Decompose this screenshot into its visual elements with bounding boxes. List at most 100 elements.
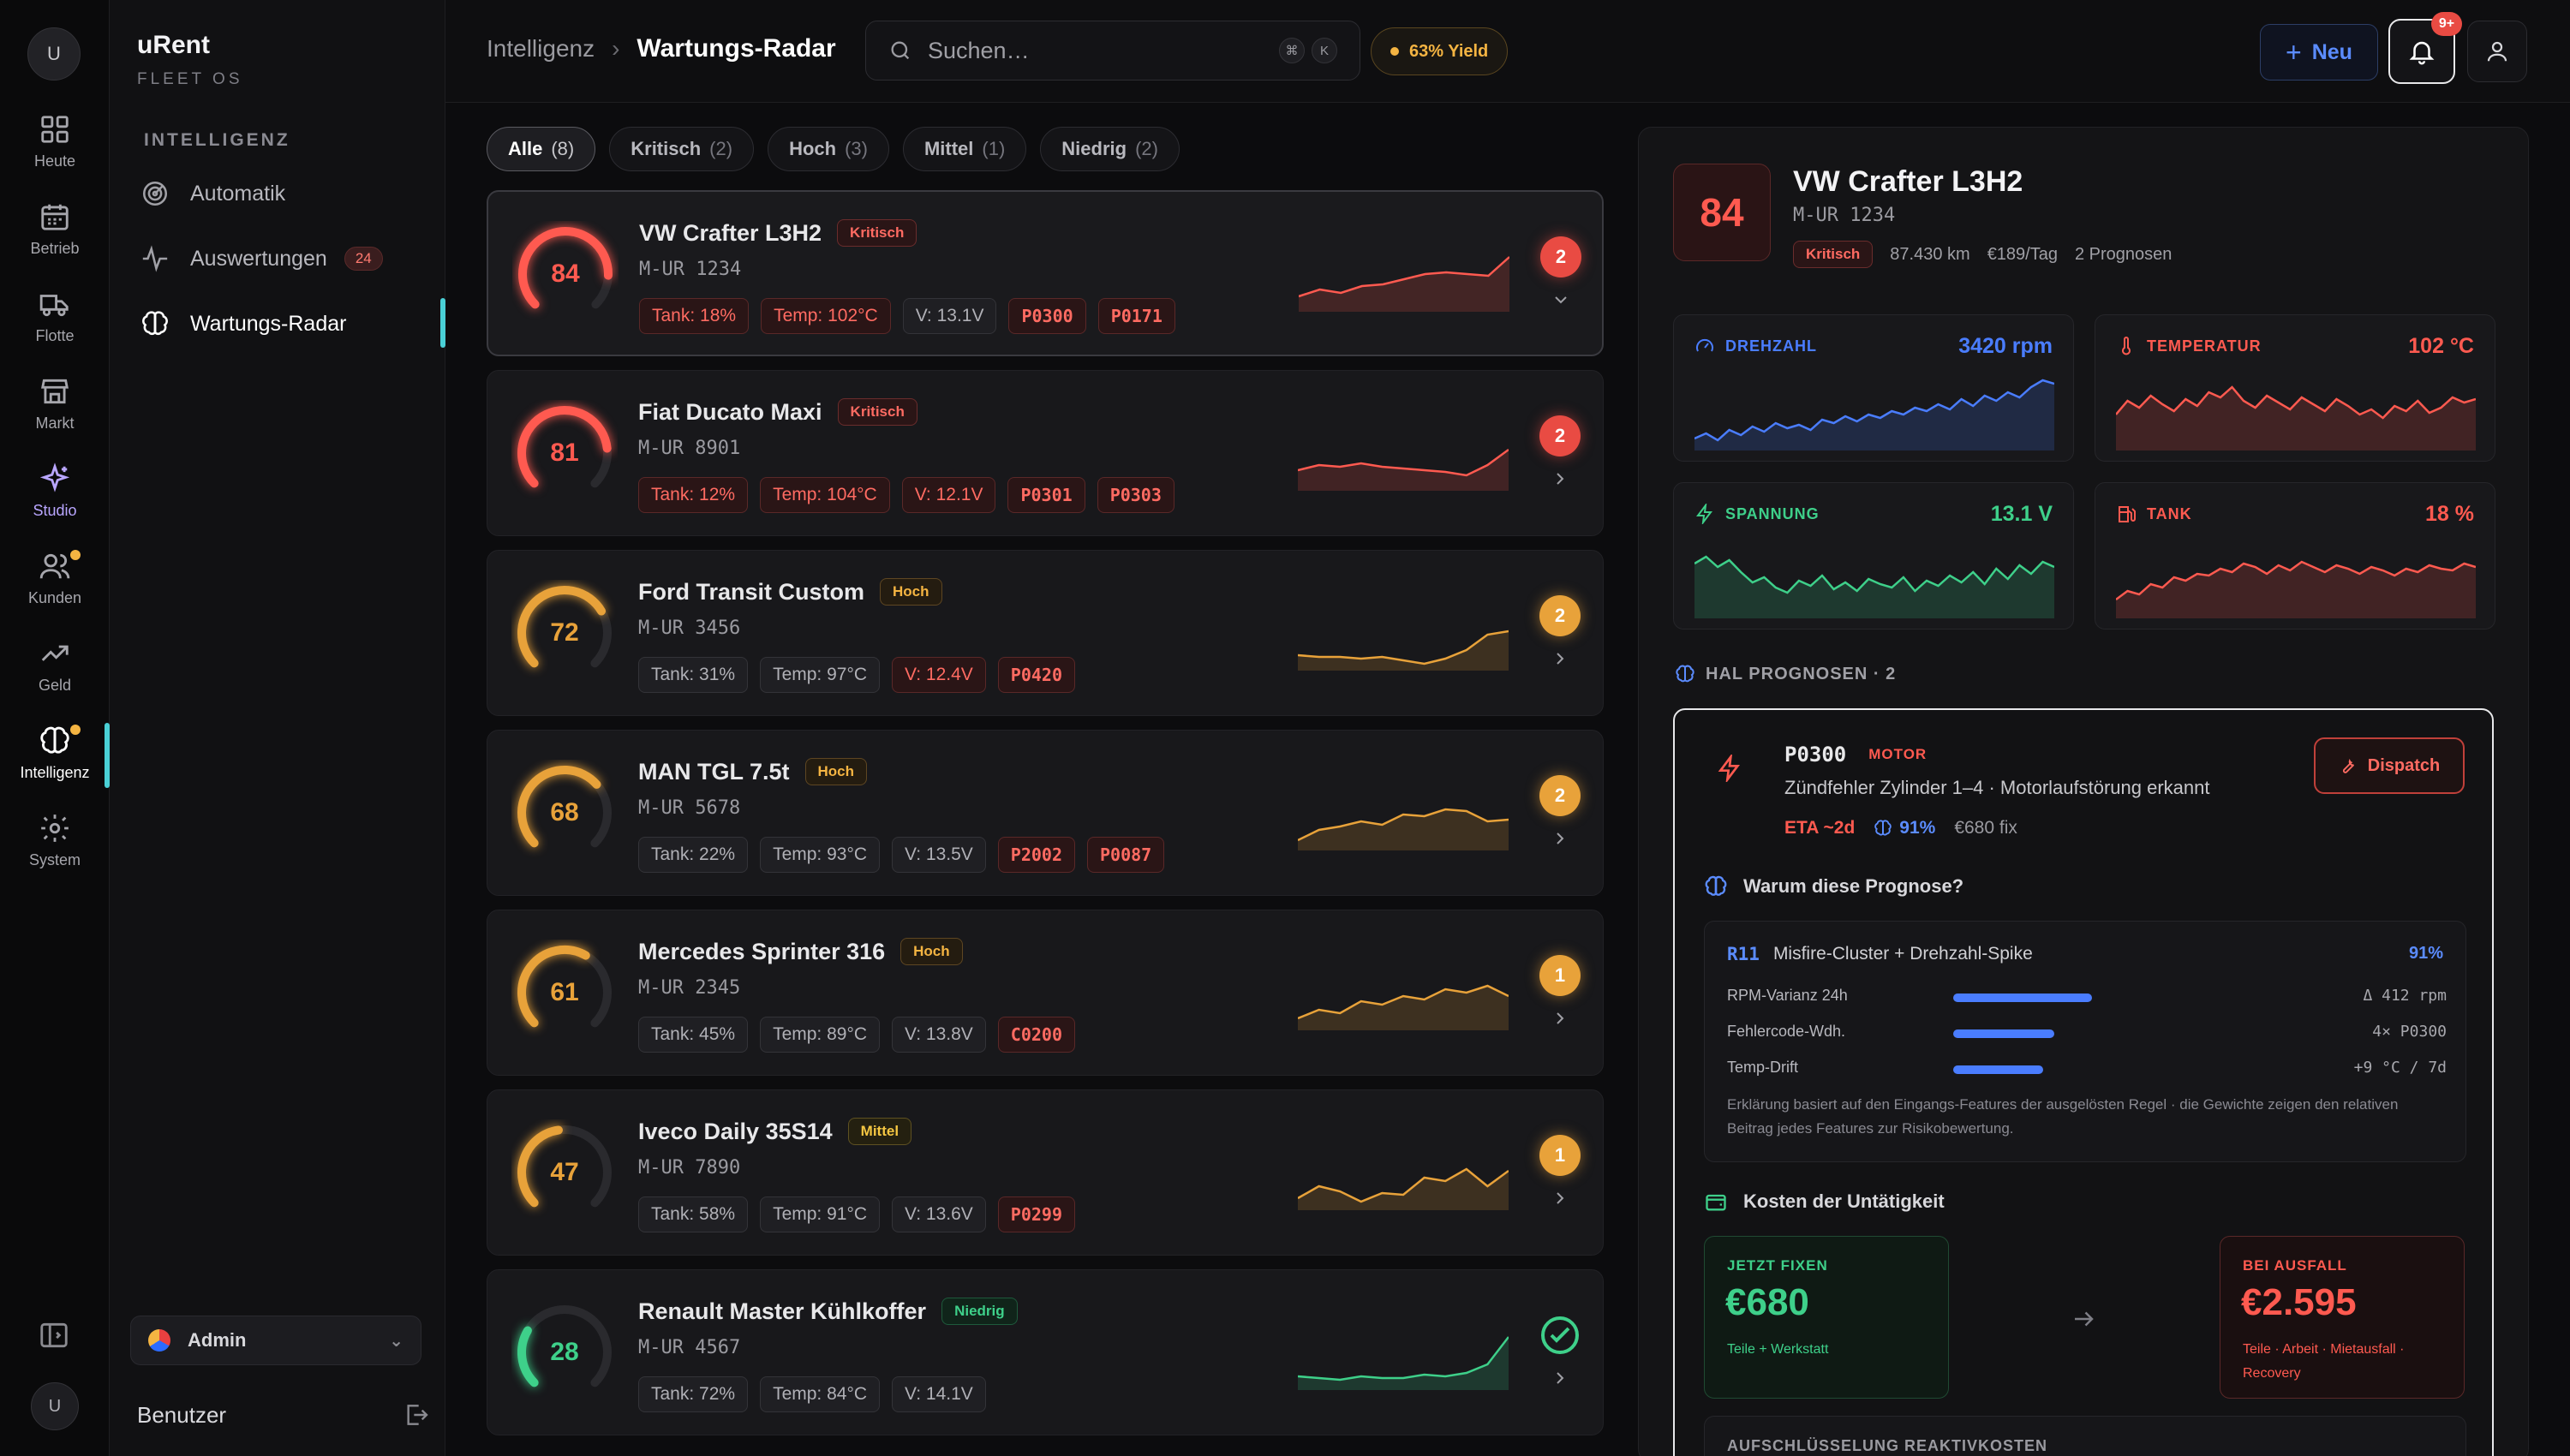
vehicle-card[interactable]: 47 Iveco Daily 35S14 Mittel M-UR 7890 Ta… [487, 1089, 1604, 1256]
vehicle-card[interactable]: 61 Mercedes Sprinter 316 Hoch M-UR 2345 … [487, 910, 1604, 1076]
filter-count: (1) [982, 138, 1006, 159]
rail-item-system[interactable]: System [0, 812, 110, 891]
sidebar-item-label: Automatik [190, 181, 286, 206]
user-row[interactable]: Benutzer [130, 1391, 430, 1439]
vehicle-card[interactable]: 68 MAN TGL 7.5t Hoch M-UR 5678 Tank: 22%… [487, 730, 1604, 896]
tank-tag: Tank: 45% [638, 1017, 749, 1053]
grid-icon [41, 116, 69, 143]
sidebar-item-label: Auswertungen [190, 246, 327, 271]
vehicle-card[interactable]: 72 Ford Transit Custom Hoch M-UR 3456 Ta… [487, 550, 1604, 716]
chevron-right-icon[interactable] [1550, 648, 1570, 669]
rail-item-flotte[interactable]: Flotte [0, 288, 110, 367]
why-heading-text: Warum diese Prognose? [1743, 875, 1964, 897]
metric-temperatur[interactable]: TEMPERATUR 102 °C [2095, 314, 2495, 462]
chevron-down-icon[interactable] [1551, 289, 1571, 310]
rail-item-studio[interactable]: Studio [0, 462, 110, 541]
feature-row: Fehlercode-Wdh. 4× P0300 [1727, 1023, 2447, 1048]
filter-alle[interactable]: Alle (8) [487, 127, 596, 171]
chevron-right-icon[interactable] [1550, 828, 1570, 849]
vehicle-card[interactable]: 84 VW Crafter L3H2 Kritisch M-UR 1234 Ta… [487, 190, 1604, 356]
search-box[interactable]: ⌘ K [865, 21, 1360, 81]
fault-code-tag[interactable]: P0299 [997, 1196, 1076, 1232]
gear-icon [41, 815, 69, 842]
new-label: Neu [2311, 39, 2352, 64]
rule-explanation: R11 Misfire-Cluster + Drehzahl-Spike 91%… [1704, 921, 2466, 1162]
metric-spannung[interactable]: SPANNUNG 13.1 V [1673, 482, 2074, 630]
filter-niedrig[interactable]: Niedrig (2) [1040, 127, 1180, 171]
logout-icon[interactable] [403, 1401, 430, 1429]
vehicle-name: Ford Transit Custom [638, 578, 865, 605]
fault-code-tag[interactable]: P0301 [1007, 477, 1085, 513]
calendar-icon [41, 204, 69, 230]
sidebar-item-automatik[interactable]: Automatik [140, 168, 432, 219]
yield-badge[interactable]: 63% Yield [1371, 27, 1509, 75]
telemetry-tags: Tank: 31% Temp: 97°C V: 12.4V P0420 [638, 657, 1076, 693]
wrench-icon [2342, 758, 2354, 773]
vehicle-card[interactable]: 81 Fiat Ducato Maxi Kritisch M-UR 8901 T… [487, 370, 1604, 536]
sparkle-icon [39, 462, 70, 492]
filter-mittel[interactable]: Mittel (1) [902, 127, 1027, 171]
vehicle-name-row: Iveco Daily 35S14 Mittel [638, 1118, 912, 1145]
search-input[interactable] [928, 37, 1236, 64]
profile-button[interactable] [2467, 21, 2527, 82]
telemetry-tags: Tank: 45% Temp: 89°C V: 13.8V C0200 [638, 1017, 1076, 1053]
fault-code-tag[interactable]: P0171 [1097, 298, 1175, 334]
prediction-card[interactable]: P0300 MOTOR Zündfehler Zylinder 1–4 · Mo… [1673, 708, 2494, 1456]
rail-item-markt[interactable]: Markt [0, 375, 110, 454]
voltage-tag: V: 13.6V [892, 1196, 986, 1232]
temp-tag: Temp: 97°C [760, 657, 881, 693]
metric-tank[interactable]: TANK 18 % [2095, 482, 2495, 630]
new-button[interactable]: + Neu [2260, 24, 2378, 81]
vehicle-name-row: Renault Master Kühlkoffer Niedrig [638, 1298, 1018, 1325]
fault-code-tag[interactable]: P0087 [1087, 837, 1165, 873]
prediction-count-badge: 2 [1539, 595, 1581, 636]
metric-sparkline [1694, 555, 2054, 618]
rail-item-geld[interactable]: Geld [0, 637, 110, 716]
metric-label: SPANNUNG [1694, 504, 1820, 524]
temp-tag: Temp: 89°C [760, 1017, 881, 1053]
fault-code-tag[interactable]: P0300 [1008, 298, 1086, 334]
workspace-avatar[interactable]: U [27, 27, 81, 81]
vehicle-plate: M-UR 2345 [638, 977, 741, 999]
rail-item-heute[interactable]: Heute [0, 113, 110, 192]
rail-item-betrieb[interactable]: Betrieb [0, 200, 110, 279]
chevron-right-icon[interactable] [1550, 1368, 1570, 1388]
notifications-button[interactable]: 9+ [2388, 12, 2462, 84]
dispatch-button[interactable]: Dispatch [2314, 737, 2465, 794]
filter-label: Kritisch [631, 138, 702, 159]
feature-value: Δ 412 rpm [2363, 987, 2447, 1005]
vehicle-plate: M-UR 7890 [638, 1157, 741, 1179]
rail-label: System [28, 851, 81, 868]
breadcrumb-parent[interactable]: Intelligenz [487, 35, 595, 63]
brain-icon [40, 726, 69, 754]
voltage-tag: V: 13.5V [892, 837, 986, 873]
sidebar-item-auswertungen[interactable]: Auswertungen 24 [140, 233, 432, 284]
hal-heading-text: HAL PROGNOSEN · 2 [1706, 664, 1897, 683]
rail-item-kunden[interactable]: Kunden [0, 550, 110, 629]
vehicle-card[interactable]: 28 Renault Master Kühlkoffer Niedrig M-U… [487, 1269, 1604, 1435]
sidebar-toggle-icon[interactable] [38, 1319, 70, 1352]
metric-drehzahl[interactable]: DREHZAHL 3420 rpm [1673, 314, 2074, 462]
role-select[interactable]: Admin ⌄ [130, 1316, 421, 1365]
chevron-right-icon[interactable] [1550, 468, 1570, 489]
reactive-cost-breakdown[interactable]: AUFSCHLÜSSELUNG REAKTIVKOSTEN [1704, 1416, 2466, 1456]
user-avatar[interactable]: U [31, 1382, 79, 1430]
fault-code-tag[interactable]: P0303 [1097, 477, 1174, 513]
fault-code-tag[interactable]: P0420 [997, 657, 1076, 693]
fault-code-tag[interactable]: C0200 [997, 1017, 1076, 1053]
detail-meta: Kritisch 87.430 km €189/Tag 2 Prognosen [1793, 241, 2172, 268]
risk-sparkline [1298, 630, 1509, 671]
chevron-right-icon[interactable] [1550, 1008, 1570, 1029]
filter-hoch[interactable]: Hoch (3) [768, 127, 889, 171]
sidebar-item-wartungs-radar[interactable]: Wartungs-Radar [140, 298, 432, 349]
brain-icon [1676, 665, 1694, 683]
telemetry-tags: Tank: 12% Temp: 104°C V: 12.1V P0301 P0303 [638, 477, 1174, 513]
kbd-key: ⌘ [1279, 38, 1305, 63]
rail-item-intelligenz[interactable]: Intelligenz [0, 725, 110, 803]
chevron-right-icon[interactable] [1550, 1188, 1570, 1208]
top-bar: Intelligenz › Wartungs-Radar ⌘ K 63% Yie… [445, 0, 2570, 103]
vehicle-plate: M-UR 3456 [638, 618, 741, 639]
cost-label: BEI AUSFALL [2243, 1257, 2347, 1274]
fault-code-tag[interactable]: P2002 [997, 837, 1076, 873]
filter-kritisch[interactable]: Kritisch (2) [609, 127, 755, 171]
